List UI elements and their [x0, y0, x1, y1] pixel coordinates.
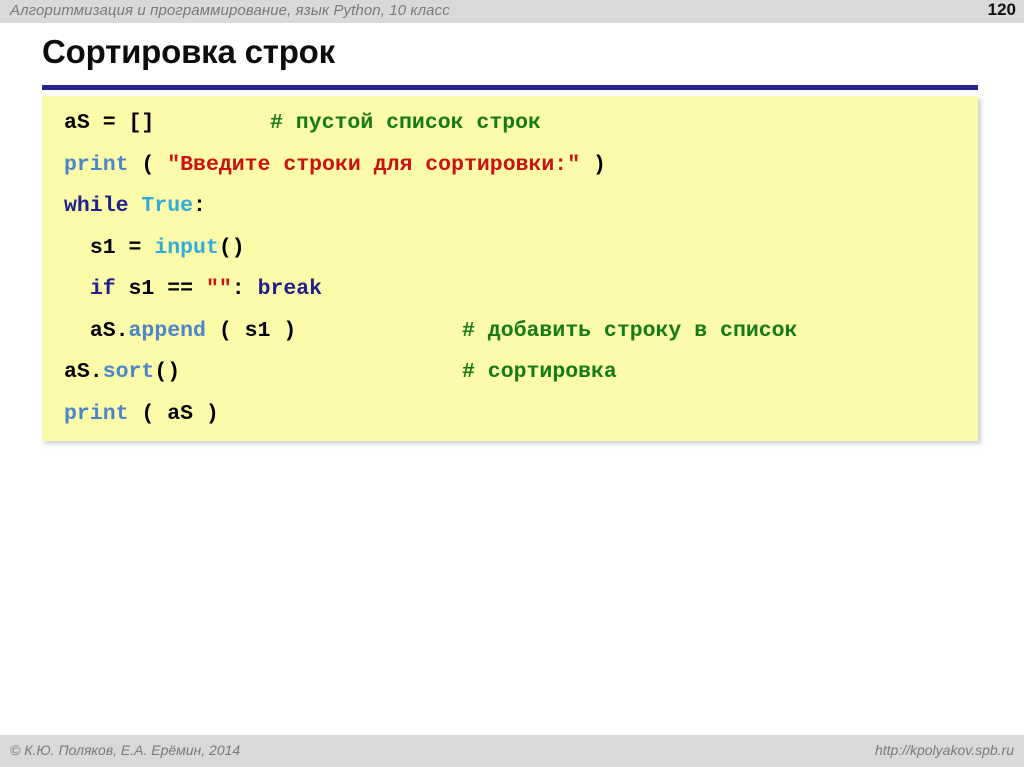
code-token-string: ""	[205, 277, 232, 301]
footer-bar: © К.Ю. Поляков, Е.А. Ерёмин, 2014 http:/…	[0, 735, 1024, 767]
code-line: aS.append ( s1 ) # добавить строку в спис…	[42, 311, 978, 353]
code-token-plain: s1 ==	[115, 277, 206, 301]
course-title: Алгоритмизация и программирование, язык …	[10, 2, 450, 19]
code-token-function: print	[64, 401, 129, 426]
code-token-plain: )	[580, 152, 606, 177]
code-token-plain: aS = []	[64, 111, 155, 135]
code-token-plain: s1 =	[89, 235, 155, 260]
code-line: if s1 == "": break	[42, 269, 978, 311]
code-line-text: aS = []	[64, 103, 154, 145]
header-bar: Алгоритмизация и программирование, язык …	[0, 0, 1024, 23]
code-token-plain: ()	[154, 360, 181, 384]
code-token-keyword: if	[89, 277, 116, 301]
code-line: print ( "Введите строки для сортировки:"…	[42, 145, 978, 187]
code-line-text: aS.sort()	[64, 352, 180, 394]
code-block: aS = [] # пустой список строк print ( "Вве…	[42, 96, 978, 441]
code-token-function: sort	[102, 360, 155, 384]
code-token-plain: (	[128, 152, 168, 177]
code-line-text: aS.append ( s1 )	[64, 311, 296, 353]
copyright-text: © К.Ю. Поляков, Е.А. Ерёмин, 2014	[10, 742, 241, 758]
code-token-keyword: while	[64, 194, 129, 218]
code-token-builtin: input	[154, 235, 219, 260]
code-token-plain: ( aS )	[128, 401, 219, 426]
title-divider	[42, 85, 978, 90]
page-title: Сортировка строк	[42, 33, 335, 70]
code-comment: # сортировка	[462, 360, 617, 384]
code-line-text: s1 = input()	[64, 228, 245, 270]
code-token-keyword: break	[257, 277, 323, 301]
code-listing: aS = [] # пустой список строк print ( "Вве…	[42, 103, 978, 435]
page-number: 120	[987, 0, 1016, 19]
code-token-builtin: True	[141, 194, 194, 218]
code-token-plain: ()	[218, 235, 245, 260]
code-line: print ( aS )	[42, 394, 978, 436]
code-token-plain: :	[193, 194, 206, 218]
code-line: aS.sort() # сортировка	[42, 352, 978, 394]
code-token-function: print	[64, 152, 129, 177]
code-token-plain: aS.	[64, 360, 103, 384]
code-comment: # добавить строку в список	[462, 318, 798, 343]
code-comment: # пустой список строк	[270, 111, 541, 135]
code-line: while True:	[42, 186, 978, 228]
code-token-plain: aS.	[89, 318, 129, 343]
code-token-plain: ( s1 )	[205, 318, 297, 343]
code-token-string: "Введите строки для сортировки:"	[167, 152, 581, 177]
code-line: s1 = input()	[42, 228, 978, 270]
code-line: aS = [] # пустой список строк	[42, 103, 978, 145]
code-token-plain: :	[231, 277, 258, 301]
code-line-text: print ( aS )	[64, 394, 219, 436]
code-token-function: append	[128, 318, 206, 343]
code-line-text: while True:	[64, 186, 206, 228]
website-url[interactable]: http://kpolyakov.spb.ru	[875, 742, 1014, 758]
code-line-text: if s1 == "": break	[64, 269, 322, 311]
code-line-text: print ( "Введите строки для сортировки:"…	[64, 145, 606, 187]
